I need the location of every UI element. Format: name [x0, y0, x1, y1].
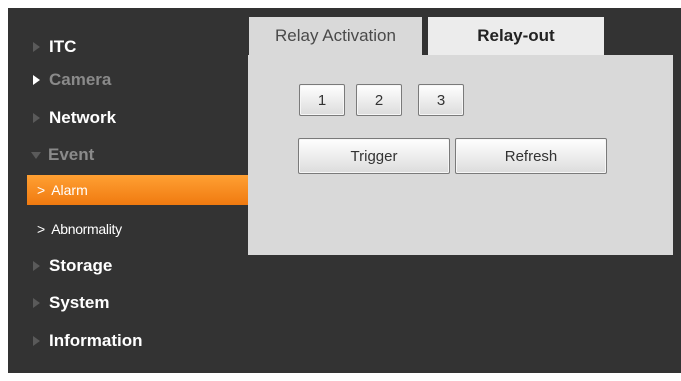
tab-relay-activation[interactable]: Relay Activation: [249, 17, 422, 55]
sidebar-item-label: Storage: [49, 256, 113, 275]
relay-1-button[interactable]: 1: [299, 84, 345, 116]
chevron-right-icon: >: [37, 182, 46, 198]
expand-arrow-icon: [33, 261, 40, 271]
sidebar-subitem-alarm[interactable]: > Alarm: [27, 175, 253, 205]
expand-arrow-icon: [33, 113, 40, 123]
relay-3-button[interactable]: 3: [418, 84, 464, 116]
tab-relay-out[interactable]: Relay-out: [428, 17, 604, 55]
sidebar-item-information[interactable]: Information: [8, 323, 253, 359]
sidebar-item-label: ITC: [49, 37, 77, 56]
sidebar-item-itc[interactable]: ITC: [8, 29, 253, 65]
sidebar-item-label: Network: [49, 108, 117, 127]
sidebar-item-storage[interactable]: Storage: [8, 248, 253, 284]
refresh-button[interactable]: Refresh: [455, 138, 607, 174]
sidebar-item-event[interactable]: Event: [8, 137, 253, 173]
sidebar-item-network[interactable]: Network: [8, 100, 253, 136]
sidebar-item-label: Camera: [49, 70, 112, 89]
sidebar-item-label: System: [49, 293, 110, 312]
expand-arrow-icon: [33, 336, 40, 346]
collapse-arrow-icon: [31, 151, 41, 159]
sidebar-item-label: Information: [49, 331, 143, 350]
sidebar: ITC Camera Network Event > Alarm > Abnor…: [8, 8, 253, 373]
sidebar-subitem-label: Abnormality: [51, 221, 122, 237]
expand-arrow-icon: [33, 42, 40, 52]
sidebar-item-camera[interactable]: Camera: [8, 62, 253, 98]
relay-2-button[interactable]: 2: [356, 84, 402, 116]
expand-arrow-icon: [33, 75, 40, 85]
trigger-button[interactable]: Trigger: [298, 138, 450, 174]
sidebar-subitem-label: Alarm: [51, 182, 88, 198]
sidebar-item-label: Event: [48, 145, 95, 164]
expand-arrow-icon: [33, 298, 40, 308]
sidebar-subitem-abnormality[interactable]: > Abnormality: [27, 214, 253, 244]
chevron-right-icon: >: [37, 221, 46, 237]
sidebar-item-system[interactable]: System: [8, 285, 253, 321]
